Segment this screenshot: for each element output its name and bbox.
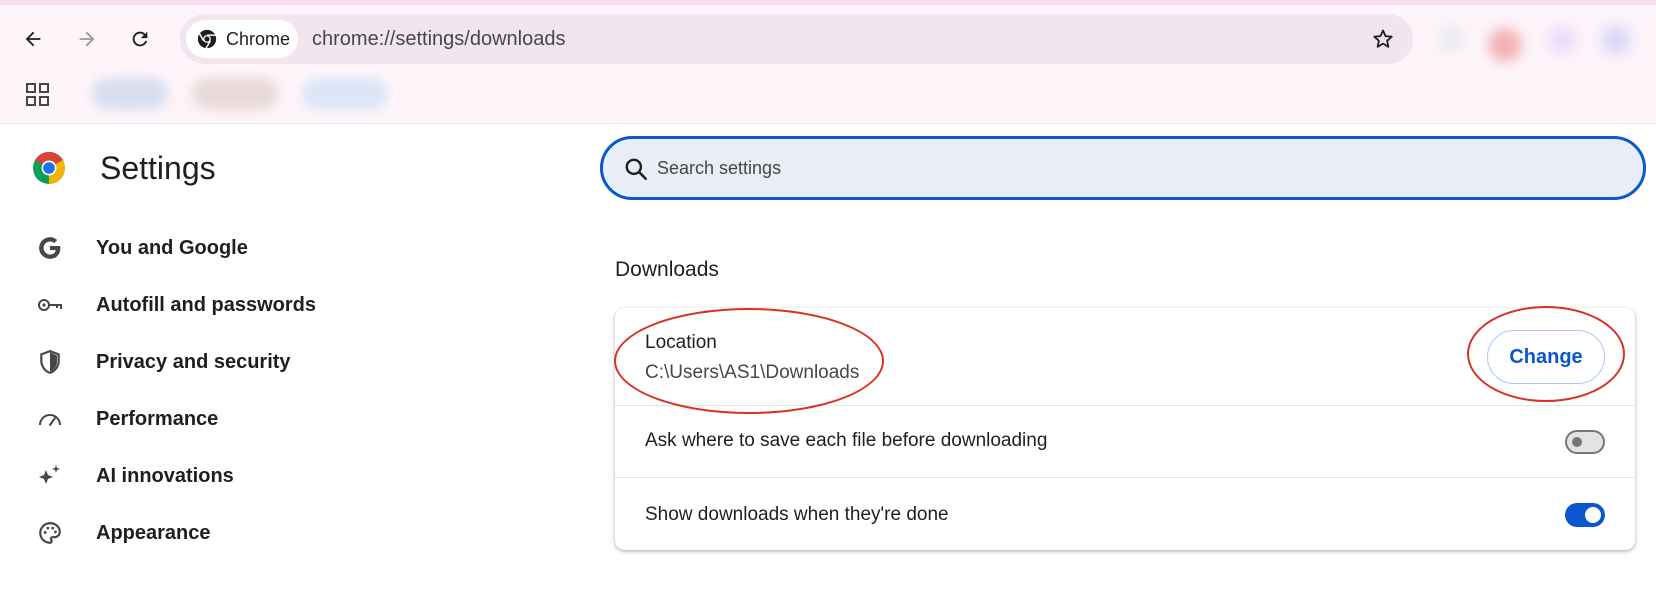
sidebar-item-privacy[interactable]: Privacy and security — [0, 337, 580, 387]
sidebar-item-performance[interactable]: Performance — [0, 394, 580, 444]
location-row: Location C:\Users\AS1\Downloads Change — [615, 308, 1635, 405]
reload-icon — [132, 31, 148, 47]
google-g-icon — [39, 237, 61, 259]
sidebar-item-label: Performance — [96, 407, 219, 430]
profile-avatar[interactable] — [1600, 24, 1632, 56]
chrome-logo-icon — [197, 29, 217, 49]
bookmark-item[interactable] — [192, 78, 278, 110]
search-input[interactable] — [657, 149, 1617, 187]
ask-where-toggle[interactable] — [1565, 430, 1605, 454]
apps-grid-icon[interactable] — [24, 81, 52, 109]
sidebar-item-label: Privacy and security — [96, 350, 291, 373]
back-button[interactable] — [14, 20, 52, 58]
sidebar-item-label: Appearance — [96, 521, 211, 544]
sidebar-item-label: Autofill and passwords — [96, 293, 317, 316]
search-box[interactable] — [600, 136, 1646, 200]
toggle-knob — [1585, 507, 1601, 523]
sparkle-icon — [39, 465, 60, 484]
show-downloads-toggle[interactable] — [1565, 503, 1605, 527]
address-bar[interactable]: Chrome chrome://settings/downloads — [180, 14, 1413, 64]
sidebar-item-ai-innovations[interactable]: AI innovations — [0, 451, 580, 501]
sidebar-item-appearance[interactable]: Appearance — [0, 508, 580, 558]
sidebar-item-label: You and Google — [96, 236, 248, 259]
back-arrow-icon — [25, 31, 41, 47]
star-bookmark-icon — [1373, 29, 1393, 48]
browser-toolbar: Chrome chrome://settings/downloads — [0, 0, 1656, 124]
extension-icon[interactable] — [1438, 26, 1464, 52]
palette-icon — [39, 522, 61, 544]
show-downloads-row[interactable]: Show downloads when they're done — [615, 477, 1635, 550]
settings-title: Settings — [100, 150, 216, 186]
shield-icon — [40, 350, 60, 374]
downloads-card: Location C:\Users\AS1\Downloads Change A… — [615, 308, 1635, 550]
speedometer-icon — [39, 414, 61, 426]
location-label: Location — [645, 332, 717, 353]
location-path: C:\Users\AS1\Downloads — [645, 362, 860, 383]
chip-label: Chrome — [226, 28, 291, 49]
url-text[interactable]: chrome://settings/downloads — [312, 14, 565, 64]
forward-button[interactable] — [68, 20, 106, 58]
bookmark-item[interactable] — [302, 78, 388, 110]
ask-where-row[interactable]: Ask where to save each file before downl… — [615, 405, 1635, 477]
ask-where-label: Ask where to save each file before downl… — [645, 430, 1048, 451]
reload-button[interactable] — [121, 20, 159, 58]
sidebar-item-you-and-google[interactable]: You and Google — [0, 223, 580, 273]
key-icon — [38, 299, 62, 311]
extension-icon[interactable] — [1488, 28, 1522, 62]
bookmark-item[interactable] — [92, 78, 168, 110]
show-downloads-label: Show downloads when they're done — [645, 504, 949, 525]
section-title-downloads: Downloads — [615, 258, 719, 281]
sidebar-item-autofill[interactable]: Autofill and passwords — [0, 280, 580, 330]
change-location-button[interactable]: Change — [1487, 330, 1605, 384]
site-chip[interactable]: Chrome — [186, 20, 298, 58]
bookmark-star-button[interactable] — [1369, 25, 1397, 53]
toggle-knob — [1572, 437, 1582, 447]
search-icon — [625, 158, 648, 181]
chrome-logo-icon — [33, 152, 66, 184]
sidebar-item-label: AI innovations — [96, 464, 234, 487]
forward-arrow-icon — [79, 31, 95, 47]
extension-icon[interactable] — [1548, 26, 1576, 54]
